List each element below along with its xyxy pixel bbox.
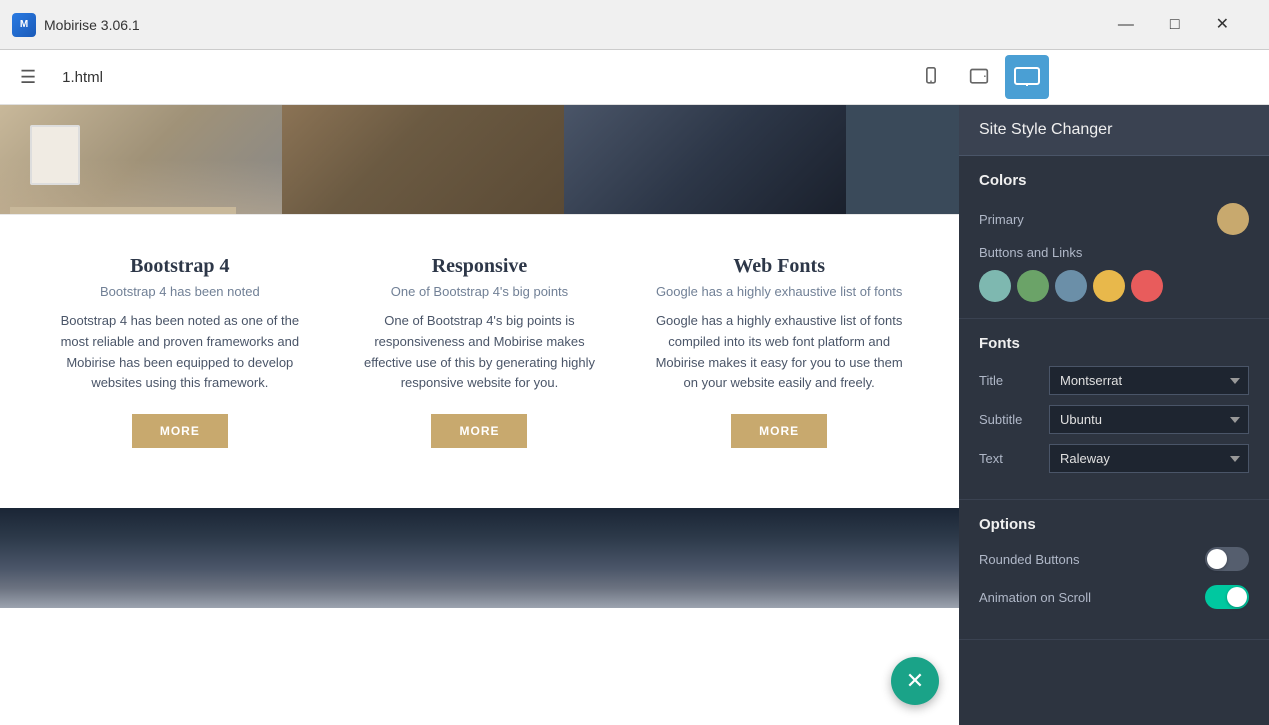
fab-icon: ✕ [906,668,924,694]
card-1-title: Bootstrap 4 [50,255,310,278]
swatch-gold[interactable] [1093,270,1125,302]
swatch-green[interactable] [1017,270,1049,302]
title-font-select[interactable]: Montserrat Ubuntu Raleway Open Sans Robo… [1049,366,1249,395]
buttons-links-label: Buttons and Links [979,245,1249,260]
text-font-select[interactable]: Montserrat Ubuntu Raleway Open Sans Robo… [1049,444,1249,473]
window-controls: — □ ✕ [1110,13,1237,37]
photo-4 [846,105,959,215]
photo-3 [564,105,846,215]
panel-header: Site Style Changer [959,105,1269,156]
subtitle-font-row: Subtitle Montserrat Ubuntu Raleway Open … [979,405,1249,434]
canvas-container: Bootstrap 4 Bootstrap 4 has been noted B… [0,105,959,725]
photo-strip [0,105,959,215]
panel-title: Site Style Changer [979,121,1112,138]
close-button[interactable]: ✕ [1208,13,1237,37]
toolbar: ☰ 1.html [0,50,1269,105]
desktop-view-button[interactable] [1005,55,1049,99]
app-title: Mobirise 3.06.1 [44,17,1110,33]
colors-section: Colors Primary Buttons and Links [959,156,1269,319]
photo-2 [282,105,564,215]
card-3-more-button[interactable]: MORE [731,414,827,448]
card-1-subtitle: Bootstrap 4 has been noted [50,284,310,299]
minimize-button[interactable]: — [1110,13,1142,37]
buttons-links-row: Buttons and Links [979,245,1249,260]
swatch-slate-blue[interactable] [1055,270,1087,302]
fonts-section: Fonts Title Montserrat Ubuntu Raleway Op… [959,319,1269,500]
style-changer-panel: Site Style Changer Colors Primary Button… [959,105,1269,725]
landscape-strip [0,508,959,608]
rounded-buttons-label: Rounded Buttons [979,552,1205,567]
primary-color-swatch[interactable] [1217,203,1249,235]
tablet-view-button[interactable] [957,55,1001,99]
cards-section: Bootstrap 4 Bootstrap 4 has been noted B… [0,215,959,508]
photo-1 [0,105,282,215]
card-2-more-button[interactable]: MORE [431,414,527,448]
rounded-buttons-knob [1207,549,1227,569]
card-2-title: Responsive [350,255,610,278]
text-font-label: Text [979,451,1049,466]
color-swatches [979,270,1249,302]
animation-scroll-toggle[interactable] [1205,585,1249,609]
title-font-label: Title [979,373,1049,388]
swatch-red[interactable] [1131,270,1163,302]
animation-label: Animation on Scroll [979,590,1205,605]
card-1-more-button[interactable]: MORE [132,414,228,448]
card-3-title: Web Fonts [649,255,909,278]
title-font-row: Title Montserrat Ubuntu Raleway Open San… [979,366,1249,395]
canvas: Bootstrap 4 Bootstrap 4 has been noted B… [0,105,959,608]
card-3-text: Google has a highly exhaustive list of f… [649,311,909,394]
app-logo: M [12,13,36,37]
primary-color-row: Primary [979,203,1249,235]
fonts-section-title: Fonts [979,335,1249,352]
subtitle-font-label: Subtitle [979,412,1049,427]
card-3-subtitle: Google has a highly exhaustive list of f… [649,284,909,299]
rounded-buttons-toggle[interactable] [1205,547,1249,571]
rounded-buttons-row: Rounded Buttons [979,547,1249,571]
maximize-button[interactable]: □ [1162,13,1188,37]
file-name: 1.html [62,69,893,86]
colors-section-title: Colors [979,172,1249,189]
swatch-teal[interactable] [979,270,1011,302]
options-section-title: Options [979,516,1249,533]
card-3: Web Fonts Google has a highly exhaustive… [629,235,929,468]
options-section: Options Rounded Buttons Animation on Scr… [959,500,1269,640]
titlebar: M Mobirise 3.06.1 — □ ✕ [0,0,1269,50]
subtitle-font-select[interactable]: Montserrat Ubuntu Raleway Open Sans Robo… [1049,405,1249,434]
primary-label: Primary [979,212,1217,227]
card-2: Responsive One of Bootstrap 4's big poin… [330,235,630,468]
hamburger-icon[interactable]: ☰ [20,67,36,88]
cards-grid: Bootstrap 4 Bootstrap 4 has been noted B… [30,235,929,468]
view-switcher [909,55,1049,99]
card-2-text: One of Bootstrap 4's big points is respo… [350,311,610,394]
animation-scroll-knob [1227,587,1247,607]
card-2-subtitle: One of Bootstrap 4's big points [350,284,610,299]
card-1-text: Bootstrap 4 has been noted as one of the… [50,311,310,394]
main-area: Bootstrap 4 Bootstrap 4 has been noted B… [0,105,1269,725]
fab-button[interactable]: ✕ [891,657,939,705]
animation-scroll-row: Animation on Scroll [979,585,1249,609]
text-font-row: Text Montserrat Ubuntu Raleway Open Sans… [979,444,1249,473]
card-1: Bootstrap 4 Bootstrap 4 has been noted B… [30,235,330,468]
mobile-view-button[interactable] [909,55,953,99]
